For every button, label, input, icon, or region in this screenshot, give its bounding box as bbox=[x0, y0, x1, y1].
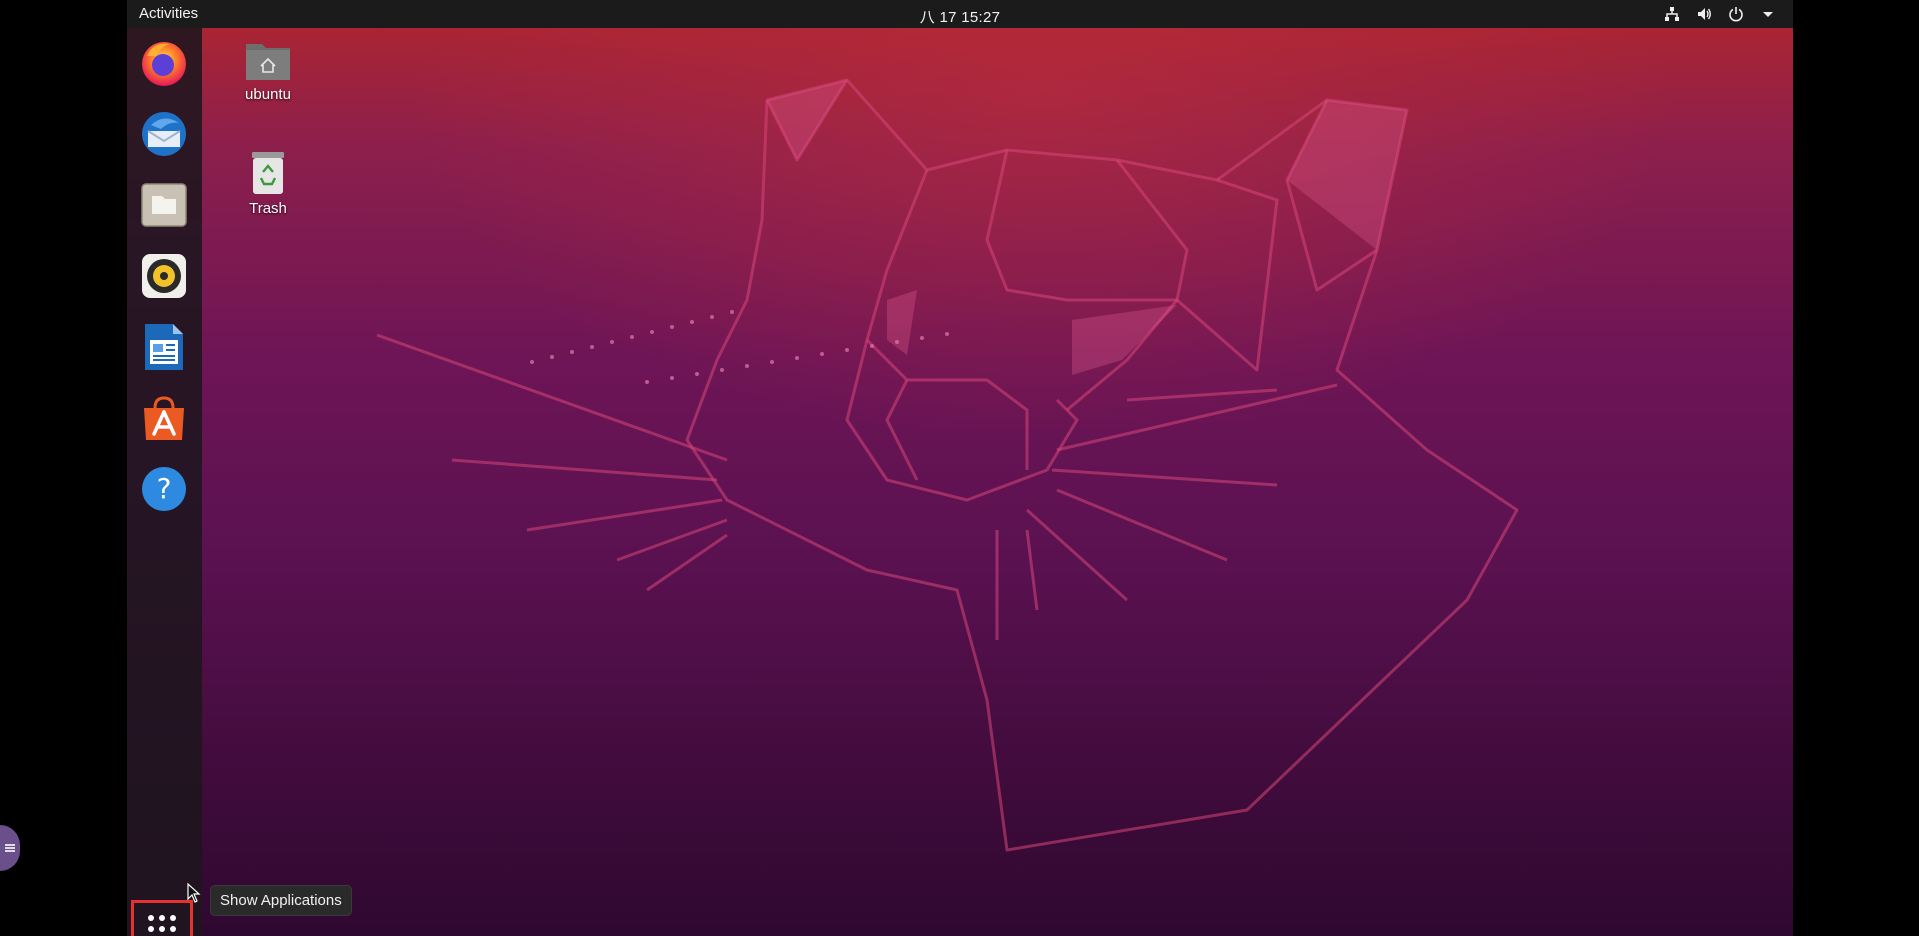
side-panel-handle[interactable] bbox=[0, 825, 20, 871]
help-glyph: ? bbox=[157, 472, 172, 505]
desktop-screen: Activities 八 17 15:27 ? Show Application… bbox=[127, 0, 1793, 936]
mouse-cursor bbox=[187, 883, 201, 903]
chevron-down-icon[interactable] bbox=[1759, 5, 1777, 23]
firefox-icon bbox=[142, 42, 186, 86]
dock-item-thunderbird[interactable] bbox=[139, 109, 189, 159]
dock-item-firefox[interactable] bbox=[139, 38, 189, 88]
dock-item-files[interactable] bbox=[139, 180, 189, 230]
ubuntu-software-icon bbox=[144, 396, 184, 440]
menu-icon bbox=[5, 844, 15, 852]
wallpaper-art bbox=[376, 78, 1519, 852]
dock-item-ubuntu-software[interactable] bbox=[139, 393, 189, 443]
dock-item-libreoffice-writer[interactable] bbox=[139, 322, 189, 372]
dock: ? bbox=[127, 28, 202, 936]
desktop-icon-label: Trash bbox=[249, 200, 287, 217]
volume-icon[interactable] bbox=[1695, 5, 1713, 23]
power-icon[interactable] bbox=[1727, 5, 1745, 23]
app-grid-icon bbox=[148, 915, 176, 932]
home-folder-icon bbox=[246, 44, 290, 80]
dock-item-rhythmbox[interactable] bbox=[139, 251, 189, 301]
top-bar: Activities 八 17 15:27 bbox=[127, 0, 1793, 28]
libreoffice-writer-icon bbox=[145, 324, 183, 370]
clock[interactable]: 八 17 15:27 bbox=[127, 6, 1793, 27]
dock-item-help[interactable]: ? bbox=[139, 464, 189, 514]
network-icon[interactable] bbox=[1663, 5, 1681, 23]
show-applications-tooltip: Show Applications bbox=[210, 885, 352, 916]
thunderbird-icon bbox=[142, 112, 186, 156]
desktop-icon-trash[interactable]: Trash bbox=[223, 150, 313, 217]
show-applications-button[interactable] bbox=[131, 900, 193, 936]
desktop-icon-home[interactable]: ubuntu bbox=[223, 38, 313, 103]
files-icon bbox=[141, 183, 187, 227]
system-tray[interactable] bbox=[1663, 5, 1777, 23]
help-icon: ? bbox=[142, 467, 186, 511]
rhythmbox-icon bbox=[142, 254, 186, 298]
desktop-icon-label: ubuntu bbox=[245, 86, 291, 103]
trash-icon bbox=[252, 152, 284, 194]
